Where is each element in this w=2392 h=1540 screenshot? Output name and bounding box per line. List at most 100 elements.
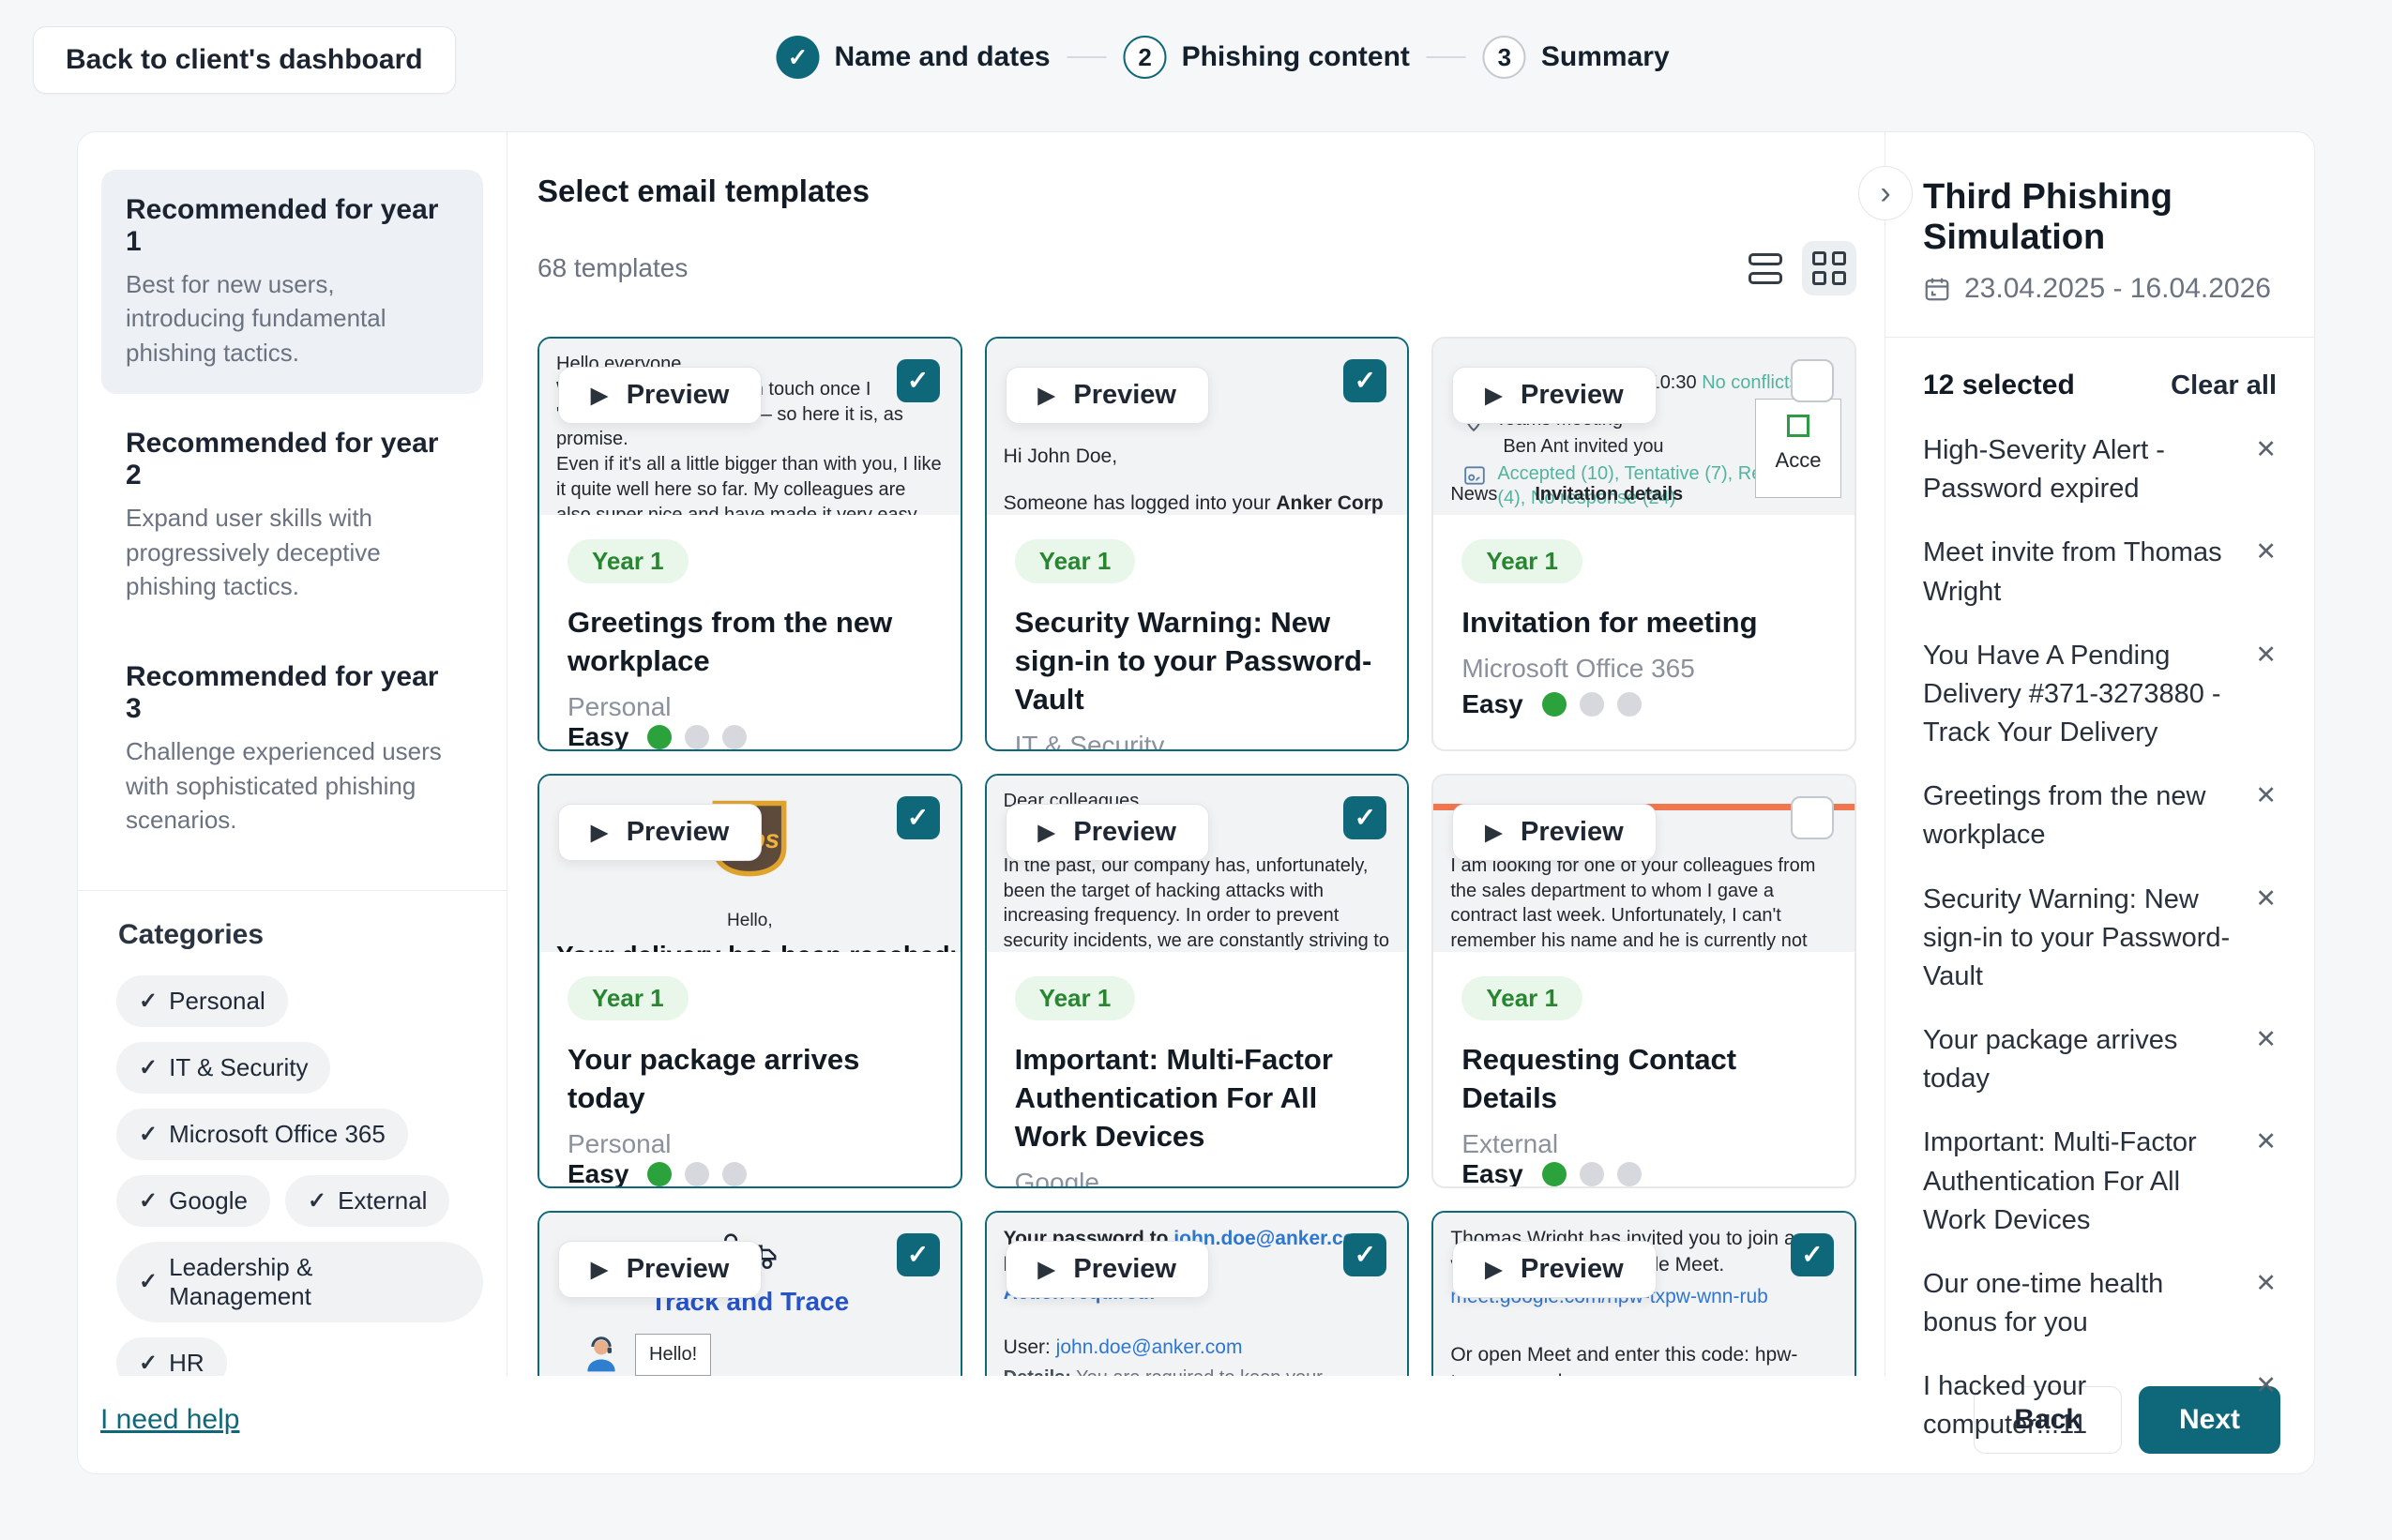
template-checkbox[interactable]: ✓ bbox=[1343, 1233, 1386, 1276]
chip-label: Google bbox=[169, 1186, 248, 1215]
clear-all-button[interactable]: Clear all bbox=[2171, 370, 2277, 401]
remove-item-icon[interactable]: ✕ bbox=[2255, 637, 2277, 672]
template-checkbox[interactable]: ✓ bbox=[1343, 359, 1386, 402]
recommendation-year-2[interactable]: Recommended for year 2 Expand user skill… bbox=[101, 403, 483, 627]
preview-label: Preview bbox=[1521, 817, 1624, 848]
help-link[interactable]: I need help bbox=[100, 1404, 239, 1436]
step-phishing-content[interactable]: 2 Phishing content bbox=[1124, 36, 1410, 79]
preview-button[interactable]: ▶ Preview bbox=[1452, 804, 1656, 861]
preview-tab-news[interactable]: News bbox=[1450, 482, 1497, 507]
play-icon: ▶ bbox=[1485, 820, 1502, 845]
difficulty-label: Easy bbox=[1461, 1159, 1522, 1188]
preview-button[interactable]: ▶Preview bbox=[1006, 1241, 1209, 1298]
template-card-mfa[interactable]: Dear colleagues, In the past, our compan… bbox=[985, 774, 1410, 1188]
selected-item: Important: Multi-Factor Authentication F… bbox=[1923, 1124, 2277, 1240]
template-card-package-delivery[interactable]: usps Hello, Your delivery has been resch… bbox=[537, 774, 962, 1188]
remove-item-icon[interactable]: ✕ bbox=[2255, 1265, 2277, 1301]
preview-button[interactable]: ▶Preview bbox=[1452, 367, 1656, 424]
difficulty-dot bbox=[1580, 692, 1604, 717]
selected-item: Critical security update required✕ bbox=[1923, 1471, 2277, 1474]
preview-text: No conflicts bbox=[1702, 372, 1798, 393]
template-card-track-and-trace[interactable]: Track and Trace Hello! Welcome to the in… bbox=[537, 1211, 962, 1376]
template-title: Greetings from the new workplace bbox=[568, 604, 932, 681]
remove-item-icon[interactable]: ✕ bbox=[2255, 534, 2277, 569]
step-label: Name and dates bbox=[834, 41, 1050, 73]
recommendation-year-3[interactable]: Recommended for year 3 Challenge experie… bbox=[101, 637, 483, 861]
preview-link[interactable]: john.doe@anker.com bbox=[1056, 1336, 1243, 1358]
step-name-and-dates[interactable]: ✓ Name and dates bbox=[776, 36, 1050, 79]
accept-icon bbox=[1787, 415, 1809, 437]
category-chip-personal[interactable]: ✓Personal bbox=[116, 975, 288, 1027]
template-card-contact-details[interactable]: Dear Sir or Madam, I am looking for one … bbox=[1431, 774, 1856, 1188]
recommendation-year-1[interactable]: Recommended for year 1 Best for new user… bbox=[101, 170, 483, 394]
category-chip-microsoft-office-365[interactable]: ✓Microsoft Office 365 bbox=[116, 1109, 408, 1160]
template-checkbox[interactable]: ✓ bbox=[897, 796, 940, 839]
remove-item-icon[interactable]: ✕ bbox=[2255, 778, 2277, 813]
template-card-security-warning[interactable]: Hi John Doe, Someone has logged into you… bbox=[985, 337, 1410, 751]
email-preview: Track and Trace Hello! Welcome to the in… bbox=[539, 1213, 961, 1376]
email-preview: Your password to john.doe@anker.com has … bbox=[987, 1213, 1408, 1376]
preview-text: User: bbox=[1004, 1336, 1056, 1358]
difficulty-dot bbox=[1542, 1162, 1567, 1186]
category-chip-it-security[interactable]: ✓ IT & Security bbox=[116, 1042, 330, 1094]
template-card-google-meet[interactable]: Thomas Wright has invited you to join a … bbox=[1431, 1211, 1856, 1376]
preview-button[interactable]: ▶Preview bbox=[558, 804, 762, 861]
remove-item-icon[interactable]: ✕ bbox=[2255, 431, 2277, 467]
template-card-password-expired[interactable]: Your password to john.doe@anker.com has … bbox=[985, 1211, 1410, 1376]
remove-item-icon[interactable]: ✕ bbox=[2255, 1124, 2277, 1159]
remove-item-icon[interactable]: ✕ bbox=[2255, 881, 2277, 916]
preview-button[interactable]: ▶Preview bbox=[1452, 1241, 1656, 1298]
chat-message: Hello! bbox=[635, 1334, 711, 1376]
selected-item: Our one-time health bonus for you✕ bbox=[1923, 1265, 2277, 1342]
selected-item-label: Security Warning: New sign-in to your Pa… bbox=[1923, 881, 2255, 997]
template-checkbox[interactable] bbox=[1791, 359, 1834, 402]
template-card-greetings-workplace[interactable]: Hello everyone, We agreed I would get in… bbox=[537, 337, 962, 751]
preview-button[interactable]: ▶ Preview bbox=[1006, 804, 1209, 861]
remove-item-icon[interactable]: ✕ bbox=[2255, 1021, 2277, 1057]
preview-text: Even if it's all a little bigger than wi… bbox=[556, 452, 944, 515]
template-checkbox[interactable]: ✓ bbox=[897, 359, 940, 402]
difficulty-dot bbox=[647, 725, 672, 749]
selected-item-label: High-Severity Alert - Password expired bbox=[1923, 431, 2255, 508]
play-icon: ▶ bbox=[1038, 820, 1055, 845]
template-checkbox[interactable]: ✓ bbox=[1791, 1233, 1834, 1276]
selected-item-label: You Have A Pending Delivery #371-3273880… bbox=[1923, 637, 2255, 753]
selected-item-label: Important: Multi-Factor Authentication F… bbox=[1923, 1124, 2255, 1240]
grid-view-icon bbox=[1812, 251, 1846, 285]
remove-item-icon[interactable]: ✕ bbox=[2255, 1367, 2277, 1403]
template-checkbox[interactable]: ✓ bbox=[897, 1233, 940, 1276]
template-grid-viewport[interactable]: Hello everyone, We agreed I would get in… bbox=[537, 337, 1856, 1376]
preview-button[interactable]: ▶Preview bbox=[1006, 367, 1209, 424]
category-chip-google[interactable]: ✓Google bbox=[116, 1175, 270, 1227]
preview-button[interactable]: ▶Preview bbox=[558, 1241, 762, 1298]
template-selection-area: Select email templates 68 templates bbox=[507, 132, 1885, 1376]
template-title: Requesting Contact Details bbox=[1461, 1041, 1826, 1118]
selected-item-label: Our one-time health bonus for you bbox=[1923, 1265, 2255, 1342]
sidebar-divider bbox=[78, 890, 507, 891]
back-to-dashboard-button[interactable]: Back to client's dashboard bbox=[33, 26, 456, 94]
category-chip-leadership-management[interactable]: ✓Leadership & Management bbox=[116, 1242, 483, 1322]
collapse-panel-button[interactable]: › bbox=[1858, 166, 1913, 220]
template-card-meeting-invitation[interactable]: to 10:30 No conflicts Teams Meeting Ben … bbox=[1431, 337, 1856, 751]
category-chip-hr[interactable]: ✓HR bbox=[116, 1337, 227, 1376]
check-icon: ✓ bbox=[139, 1054, 158, 1081]
selected-item-label: Greetings from the new workplace bbox=[1923, 778, 2255, 854]
template-checkbox[interactable] bbox=[1791, 796, 1834, 839]
preview-button[interactable]: ▶Preview bbox=[558, 367, 762, 424]
view-toggle-group bbox=[1738, 241, 1856, 295]
chip-label: HR bbox=[169, 1349, 204, 1376]
chip-label: IT & Security bbox=[169, 1053, 308, 1082]
list-view-button[interactable] bbox=[1738, 241, 1793, 295]
preview-label: Preview bbox=[1073, 817, 1176, 848]
phishing-simulation-page: Back to client's dashboard ✓ Name and da… bbox=[0, 0, 2392, 1540]
email-preview: Hello everyone, We agreed I would get in… bbox=[539, 339, 961, 515]
preview-tab-invitation-details[interactable]: Invitation details bbox=[1535, 482, 1683, 507]
step-summary[interactable]: 3 Summary bbox=[1483, 36, 1670, 79]
selected-item-label: Your package arrives today bbox=[1923, 1021, 2255, 1098]
grid-view-button[interactable] bbox=[1802, 241, 1856, 295]
email-preview: Dear Sir or Madam, I am looking for one … bbox=[1433, 776, 1855, 952]
remove-item-icon[interactable]: ✕ bbox=[2255, 1471, 2277, 1474]
template-checkbox[interactable]: ✓ bbox=[1343, 796, 1386, 839]
category-chip-external[interactable]: ✓External bbox=[285, 1175, 450, 1227]
sidebar: Recommended for year 1 Best for new user… bbox=[78, 132, 507, 1376]
